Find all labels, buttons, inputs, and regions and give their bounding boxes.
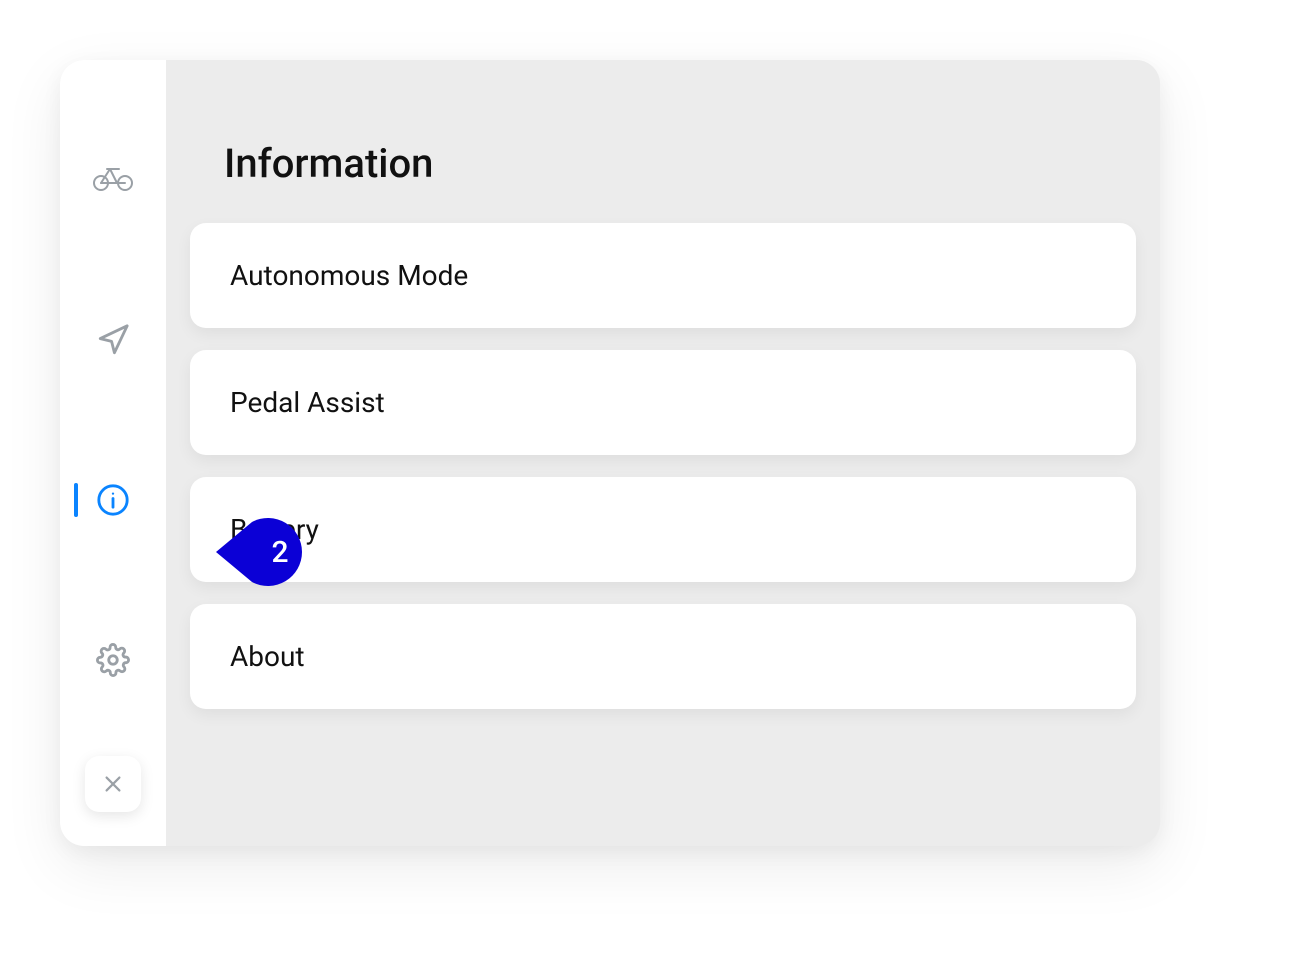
- page-title: Information: [224, 140, 1136, 187]
- sidebar-item-settings[interactable]: [60, 630, 166, 690]
- sidebar-item-bike[interactable]: [60, 148, 166, 208]
- info-item-label: Pedal Assist: [230, 386, 385, 419]
- info-item-about[interactable]: About: [190, 604, 1136, 709]
- info-item-autonomous-mode[interactable]: Autonomous Mode: [190, 223, 1136, 328]
- sidebar: [60, 60, 166, 846]
- info-card-list: Autonomous Mode Pedal Assist Battery Abo…: [190, 223, 1136, 709]
- settings-icon: [96, 643, 130, 677]
- active-indicator: [74, 483, 78, 517]
- sidebar-item-information[interactable]: [60, 470, 166, 530]
- info-item-pedal-assist[interactable]: Pedal Assist: [190, 350, 1136, 455]
- info-item-label: Autonomous Mode: [230, 259, 468, 292]
- sidebar-item-navigation[interactable]: [60, 310, 166, 370]
- info-item-label: Battery: [230, 513, 319, 546]
- app-frame: Information Autonomous Mode Pedal Assist…: [60, 60, 1160, 846]
- close-icon: [102, 773, 124, 795]
- content-area: Information Autonomous Mode Pedal Assist…: [166, 60, 1160, 846]
- navigation-icon: [96, 323, 130, 357]
- info-item-battery[interactable]: Battery: [190, 477, 1136, 582]
- info-icon: [96, 483, 130, 517]
- info-item-label: About: [230, 640, 305, 673]
- bike-icon: [93, 165, 133, 191]
- close-button[interactable]: [85, 756, 141, 812]
